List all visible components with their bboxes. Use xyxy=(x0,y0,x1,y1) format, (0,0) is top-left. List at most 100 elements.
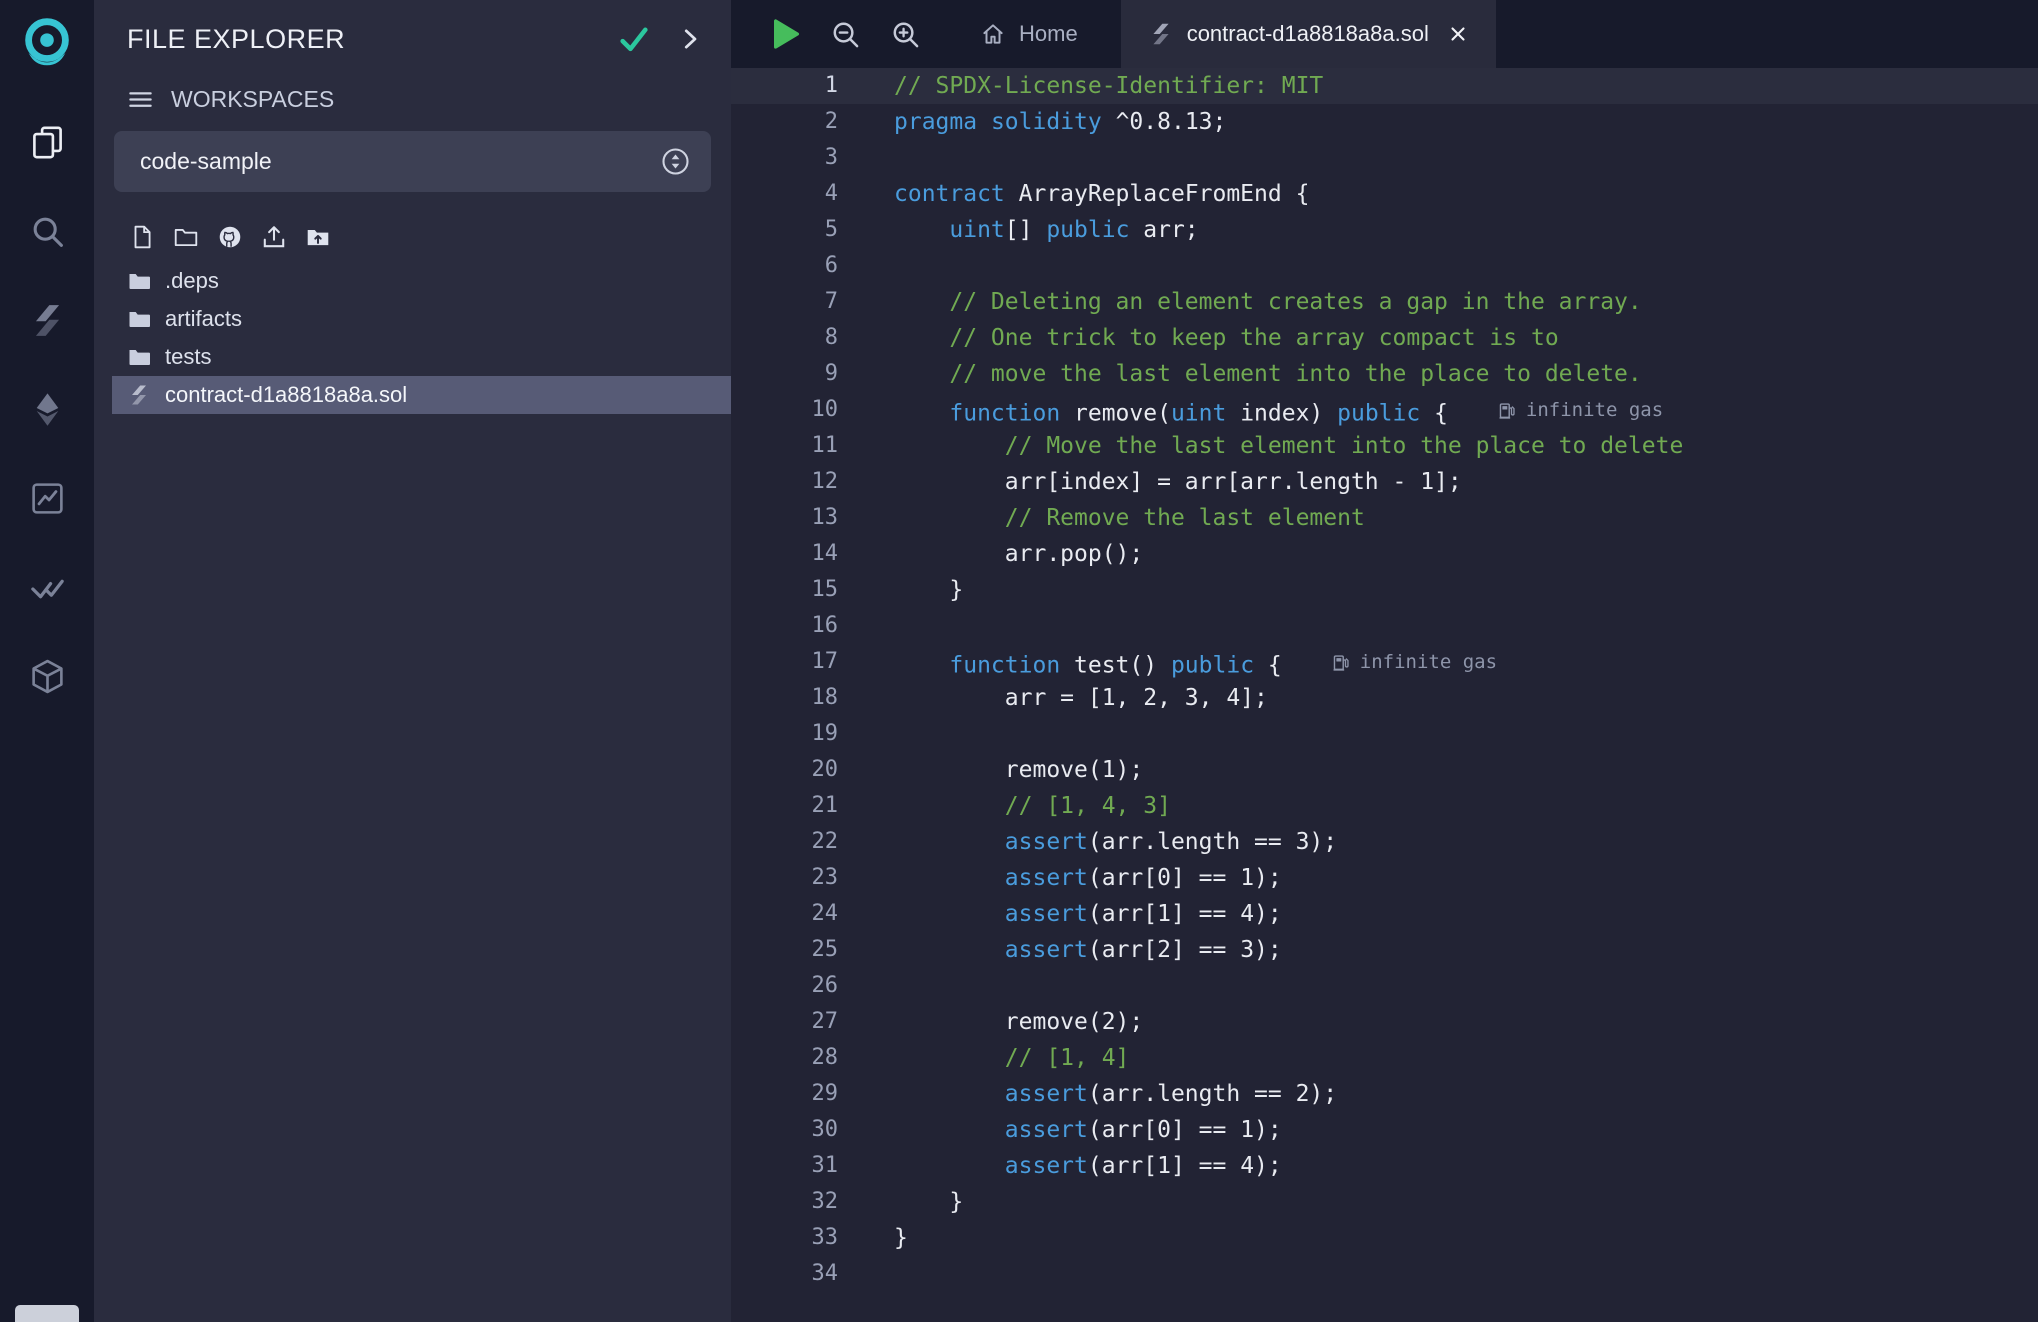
code-line[interactable]: 28 // [1, 4] xyxy=(731,1040,2038,1076)
code-line[interactable]: 31 assert(arr[1] == 4); xyxy=(731,1148,2038,1184)
code-line[interactable]: 24 assert(arr[1] == 4); xyxy=(731,896,2038,932)
code-line[interactable]: 17 function test() public {infinite gas xyxy=(731,644,2038,680)
zoom-in-icon[interactable] xyxy=(879,0,931,68)
tree-file-item[interactable]: contract-d1a8818a8a.sol xyxy=(112,376,731,414)
code-line[interactable]: 25 assert(arr[2] == 3); xyxy=(731,932,2038,968)
search-icon[interactable] xyxy=(19,203,75,259)
line-number: 1 xyxy=(731,68,838,104)
close-tab-icon[interactable] xyxy=(1447,23,1469,45)
code-text: remove(1); xyxy=(894,752,1143,788)
file-explorer-icon[interactable] xyxy=(19,114,75,170)
code-line[interactable]: 18 arr = [1, 2, 3, 4]; xyxy=(731,680,2038,716)
code-text: remove(2); xyxy=(894,1004,1143,1040)
code-line[interactable]: 12 arr[index] = arr[arr.length - 1]; xyxy=(731,464,2038,500)
code-line[interactable]: 27 remove(2); xyxy=(731,1004,2038,1040)
code-line[interactable]: 9 // move the last element into the plac… xyxy=(731,356,2038,392)
tree-item-label: artifacts xyxy=(165,306,242,332)
file-actions-toolbar xyxy=(94,222,731,251)
code-text: } xyxy=(894,1184,963,1220)
code-line[interactable]: 34 xyxy=(731,1256,2038,1292)
code-line[interactable]: 29 assert(arr.length == 2); xyxy=(731,1076,2038,1112)
unit-testing-icon[interactable] xyxy=(19,559,75,615)
line-number: 4 xyxy=(731,176,838,212)
code-line[interactable]: 5 uint[] public arr; xyxy=(731,212,2038,248)
new-file-icon[interactable] xyxy=(127,222,156,251)
tree-item-label: .deps xyxy=(165,268,219,294)
code-text: contract ArrayReplaceFromEnd { xyxy=(894,176,1309,212)
code-line[interactable]: 30 assert(arr[0] == 1); xyxy=(731,1112,2038,1148)
upload-folder-icon[interactable] xyxy=(303,222,332,251)
folder-icon xyxy=(127,269,151,293)
code-line[interactable]: 10 function remove(uint index) public {i… xyxy=(731,392,2038,428)
code-text: uint[] public arr; xyxy=(894,212,1199,248)
collapse-panel-chevron-icon[interactable] xyxy=(675,24,705,54)
tab-home[interactable]: Home xyxy=(953,0,1105,68)
code-line[interactable]: 21 // [1, 4, 3] xyxy=(731,788,2038,824)
code-line[interactable]: 8 // One trick to keep the array compact… xyxy=(731,320,2038,356)
code-text: // [1, 4, 3] xyxy=(894,788,1171,824)
workspace-select[interactable]: code-sample xyxy=(114,131,711,192)
line-number: 25 xyxy=(731,932,838,968)
code-line[interactable]: 1// SPDX-License-Identifier: MIT xyxy=(731,68,2038,104)
line-number: 24 xyxy=(731,896,838,932)
analysis-icon[interactable] xyxy=(19,470,75,526)
code-editor[interactable]: 1// SPDX-License-Identifier: MIT2pragma … xyxy=(731,68,2038,1322)
code-line[interactable]: 22 assert(arr.length == 3); xyxy=(731,824,2038,860)
deploy-run-icon[interactable] xyxy=(19,381,75,437)
line-number: 22 xyxy=(731,824,838,860)
line-number: 28 xyxy=(731,1040,838,1076)
workspaces-row: WORKSPACES xyxy=(94,86,731,113)
tree-folder-item[interactable]: artifacts xyxy=(94,300,731,338)
code-line[interactable]: 7 // Deleting an element creates a gap i… xyxy=(731,284,2038,320)
line-number: 18 xyxy=(731,680,838,716)
code-text: } xyxy=(894,572,963,608)
line-number: 27 xyxy=(731,1004,838,1040)
file-explorer-panel: FILE EXPLORER WORKSPACES code-sample xyxy=(94,0,731,1322)
file-tree: .deps artifacts testscontract-d1a8818a8a.s… xyxy=(94,262,731,414)
gas-pump-icon xyxy=(1498,401,1517,420)
code-text: // [1, 4] xyxy=(894,1040,1129,1076)
remix-logo-icon[interactable] xyxy=(16,12,78,74)
code-text: assert(arr[2] == 3); xyxy=(894,932,1282,968)
code-line[interactable]: 2pragma solidity ^0.8.13; xyxy=(731,104,2038,140)
code-text: // One trick to keep the array compact i… xyxy=(894,320,1559,356)
code-text: assert(arr[0] == 1); xyxy=(894,1112,1282,1148)
gas-estimate-badge: infinite gas xyxy=(1332,644,1497,680)
code-line[interactable]: 3 xyxy=(731,140,2038,176)
code-line[interactable]: 14 arr.pop(); xyxy=(731,536,2038,572)
solidity-compiler-icon[interactable] xyxy=(19,292,75,348)
code-line[interactable]: 20 remove(1); xyxy=(731,752,2038,788)
code-line[interactable]: 26 xyxy=(731,968,2038,1004)
code-text: // Move the last element into the place … xyxy=(894,428,1683,464)
github-icon[interactable] xyxy=(215,222,244,251)
code-text: function test() public {infinite gas xyxy=(894,644,1497,680)
line-number: 29 xyxy=(731,1076,838,1112)
code-line[interactable]: 4 contract ArrayReplaceFromEnd { xyxy=(731,176,2038,212)
code-text: // Remove the last element xyxy=(894,500,1365,536)
tree-folder-item[interactable]: tests xyxy=(94,338,731,376)
code-line[interactable]: 6 xyxy=(731,248,2038,284)
plugin-manager-icon[interactable] xyxy=(19,648,75,704)
line-number: 21 xyxy=(731,788,838,824)
plugin-icon-list xyxy=(19,114,75,704)
folder-icon xyxy=(127,345,151,369)
workspaces-label: WORKSPACES xyxy=(171,86,334,113)
workspaces-menu-icon[interactable] xyxy=(127,86,154,113)
tab-contract-file[interactable]: contract-d1a8818a8a.sol xyxy=(1121,0,1496,68)
run-script-button[interactable] xyxy=(757,0,811,68)
upload-file-icon[interactable] xyxy=(259,222,288,251)
code-line[interactable]: 32 } xyxy=(731,1184,2038,1220)
tab-home-label: Home xyxy=(1019,21,1078,47)
code-line[interactable]: 33} xyxy=(731,1220,2038,1256)
code-line[interactable]: 11 // Move the last element into the pla… xyxy=(731,428,2038,464)
zoom-out-icon[interactable] xyxy=(819,0,871,68)
line-number: 8 xyxy=(731,320,838,356)
new-folder-icon[interactable] xyxy=(171,222,200,251)
tree-folder-item[interactable]: .deps xyxy=(94,262,731,300)
code-line[interactable]: 19 xyxy=(731,716,2038,752)
code-line[interactable]: 16 xyxy=(731,608,2038,644)
code-text: pragma solidity ^0.8.13; xyxy=(894,104,1226,140)
code-line[interactable]: 15 } xyxy=(731,572,2038,608)
code-line[interactable]: 13 // Remove the last element xyxy=(731,500,2038,536)
code-line[interactable]: 23 assert(arr[0] == 1); xyxy=(731,860,2038,896)
